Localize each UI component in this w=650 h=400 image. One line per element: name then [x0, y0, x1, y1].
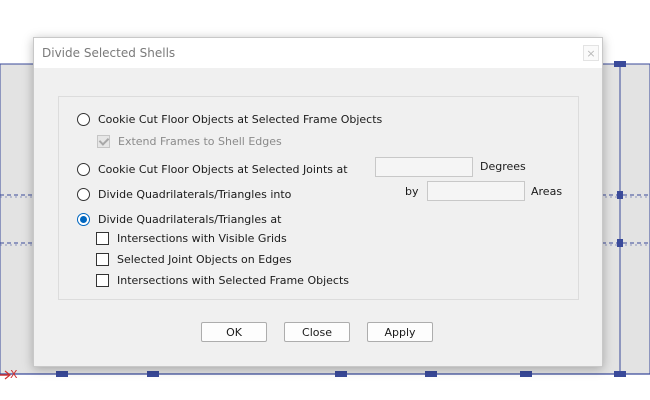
option-divide-into[interactable]: Divide Quadrilaterals/Triangles into [77, 188, 291, 201]
option-label: Selected Joint Objects on Edges [117, 253, 292, 266]
degrees-input[interactable] [375, 157, 473, 177]
divide-shells-dialog: Divide Selected Shells × Cookie Cut Floo… [33, 37, 603, 367]
radio-cookie-cut-frames[interactable] [77, 113, 90, 126]
checkbox-frame-objects[interactable] [96, 274, 109, 287]
x-axis-label: X [10, 368, 18, 381]
degrees-unit-label: Degrees [480, 160, 526, 173]
radio-cookie-cut-joints[interactable] [77, 163, 90, 176]
option-joint-objects[interactable]: Selected Joint Objects on Edges [96, 253, 292, 266]
option-label: Extend Frames to Shell Edges [118, 135, 282, 148]
option-cookie-cut-joints[interactable]: Cookie Cut Floor Objects at Selected Joi… [77, 163, 348, 176]
radio-divide-into[interactable] [77, 188, 90, 201]
checkbox-extend-frames [97, 135, 110, 148]
close-button[interactable]: Close [284, 322, 350, 342]
option-label: Divide Quadrilaterals/Triangles at [98, 213, 282, 226]
apply-button[interactable]: Apply [367, 322, 433, 342]
option-label: Cookie Cut Floor Objects at Selected Joi… [98, 163, 348, 176]
option-label: Cookie Cut Floor Objects at Selected Fra… [98, 113, 383, 126]
ok-button[interactable]: OK [201, 322, 267, 342]
option-divide-at[interactable]: Divide Quadrilaterals/Triangles at [77, 213, 281, 226]
close-icon[interactable]: × [583, 45, 599, 61]
checkbox-joint-objects[interactable] [96, 253, 109, 266]
option-visible-grids[interactable]: Intersections with Visible Grids [96, 232, 287, 245]
areas-unit-label: Areas [531, 185, 563, 198]
option-label: Intersections with Selected Frame Object… [117, 274, 350, 287]
areas-input[interactable] [427, 181, 525, 201]
option-label: Divide Quadrilaterals/Triangles into [98, 188, 292, 201]
option-frame-objects[interactable]: Intersections with Selected Frame Object… [96, 274, 349, 287]
option-extend-frames: Extend Frames to Shell Edges [97, 135, 282, 148]
option-label: Intersections with Visible Grids [117, 232, 287, 245]
checkbox-visible-grids[interactable] [96, 232, 109, 245]
dialog-title: Divide Selected Shells [42, 46, 176, 60]
by-label: by [405, 185, 419, 198]
option-cookie-cut-frames[interactable]: Cookie Cut Floor Objects at Selected Fra… [77, 113, 382, 126]
dialog-titlebar[interactable]: Divide Selected Shells × [34, 38, 602, 68]
radio-divide-at[interactable] [77, 213, 90, 226]
